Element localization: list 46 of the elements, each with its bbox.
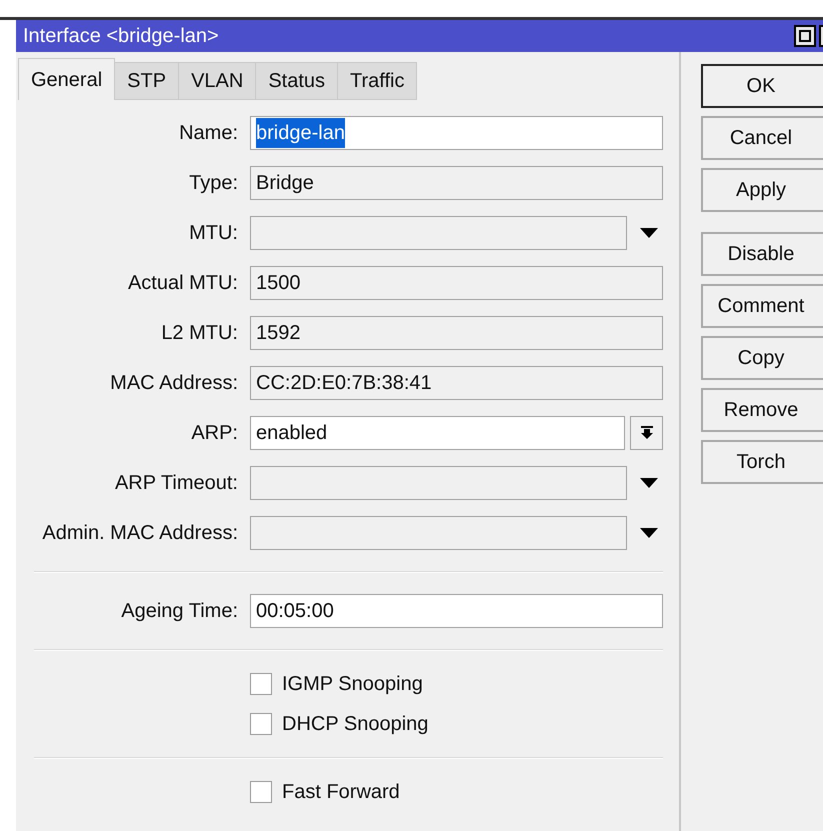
field-label: ARP Timeout: bbox=[114, 471, 238, 496]
dropdown-arrow-icon[interactable] bbox=[640, 478, 658, 488]
dialog-button[interactable]: Apply bbox=[701, 168, 823, 212]
input-field[interactable]: 00:05:00 bbox=[250, 594, 663, 628]
tab[interactable]: Traffic bbox=[337, 62, 418, 100]
tab[interactable]: VLAN bbox=[178, 62, 256, 100]
checkbox-label: DHCP Snooping bbox=[282, 712, 428, 737]
tab[interactable]: STP bbox=[114, 62, 180, 100]
field-label: MTU: bbox=[188, 221, 238, 246]
dialog-button[interactable]: Remove bbox=[701, 388, 823, 432]
maximize-button[interactable] bbox=[794, 25, 816, 47]
checkbox[interactable] bbox=[250, 673, 272, 695]
field-label: Admin. MAC Address: bbox=[41, 521, 238, 546]
dropdown-arrow-icon[interactable] bbox=[640, 228, 658, 238]
tab[interactable]: General bbox=[18, 58, 116, 100]
combo-field[interactable] bbox=[250, 466, 627, 500]
field-label: Name: bbox=[178, 121, 238, 146]
field-label: Type: bbox=[188, 171, 238, 196]
readonly-field: 1500 bbox=[250, 266, 663, 300]
checkbox-label: IGMP Snooping bbox=[282, 672, 423, 697]
checkbox-label: Fast Forward bbox=[282, 780, 400, 805]
readonly-field: 1592 bbox=[250, 316, 663, 350]
dialog-button[interactable]: Copy bbox=[701, 336, 823, 380]
input-field[interactable]: bridge-lan bbox=[250, 116, 663, 150]
dropdown-button[interactable] bbox=[630, 416, 663, 450]
combo-field[interactable] bbox=[250, 216, 627, 250]
window-title: Interface <bridge-lan> bbox=[23, 24, 220, 49]
checkbox[interactable] bbox=[250, 713, 272, 735]
checkbox[interactable] bbox=[250, 781, 272, 803]
field-label: L2 MTU: bbox=[160, 321, 238, 346]
dialog-button[interactable]: Torch bbox=[701, 440, 823, 484]
field-label: Actual MTU: bbox=[126, 271, 238, 296]
dialog-button[interactable]: Disable bbox=[701, 232, 823, 276]
tab[interactable]: Status bbox=[255, 62, 338, 100]
dropdown-arrow-icon[interactable] bbox=[640, 528, 658, 538]
dialog-button[interactable]: OK bbox=[701, 64, 823, 108]
dialog-button[interactable]: Comment bbox=[701, 284, 823, 328]
select-field[interactable]: enabled bbox=[250, 416, 625, 450]
combo-field[interactable] bbox=[250, 516, 627, 550]
readonly-field: Bridge bbox=[250, 166, 663, 200]
readonly-field: CC:2D:E0:7B:38:41 bbox=[250, 366, 663, 400]
dropdown-icon bbox=[640, 426, 652, 440]
field-label: Ageing Time: bbox=[120, 599, 238, 624]
dialog-button[interactable]: Cancel bbox=[701, 116, 823, 160]
field-label: MAC Address: bbox=[109, 371, 238, 396]
field-label: ARP: bbox=[190, 421, 238, 446]
